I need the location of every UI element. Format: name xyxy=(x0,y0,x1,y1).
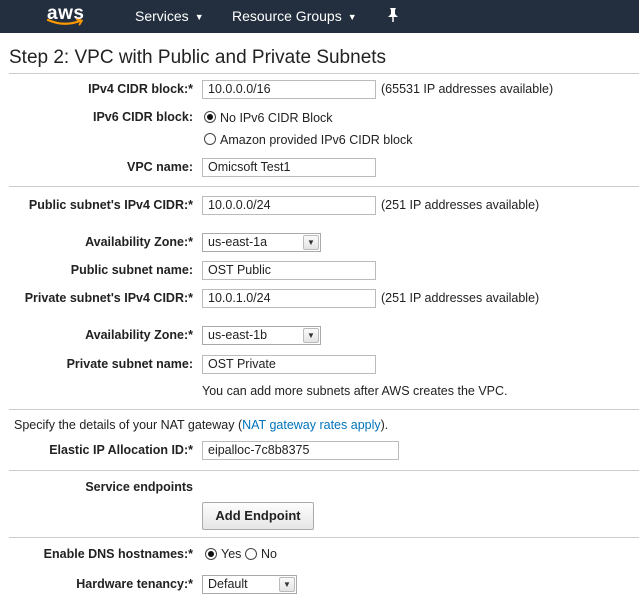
subnet-hint: You can add more subnets after AWS creat… xyxy=(202,384,508,398)
vpc-name-input[interactable]: Omicsoft Test1 xyxy=(202,158,376,177)
eip-label: Elastic IP Allocation ID:* xyxy=(49,443,193,457)
ipv6-none-label[interactable]: No IPv6 CIDR Block xyxy=(220,111,333,125)
resource-groups-menu[interactable]: Resource Groups ▼ xyxy=(232,8,357,24)
public-cidr-note: (251 IP addresses available) xyxy=(381,198,540,212)
tenancy-value: Default xyxy=(208,577,248,591)
tenancy-label: Hardware tenancy:* xyxy=(76,577,193,591)
ipv4-cidr-label: IPv4 CIDR block:* xyxy=(88,82,193,96)
az2-select[interactable]: us-east-1b ▼ xyxy=(202,326,321,345)
divider xyxy=(9,409,639,410)
service-endpoints-label: Service endpoints xyxy=(85,480,193,494)
vpc-name-label: VPC name: xyxy=(127,160,193,174)
nat-suffix: ). xyxy=(380,418,389,432)
top-nav-bar: aws Services ▼ Resource Groups ▼ xyxy=(0,0,639,33)
az1-select[interactable]: us-east-1a ▼ xyxy=(202,233,321,252)
az1-value: us-east-1a xyxy=(208,235,268,249)
divider xyxy=(9,537,639,538)
services-menu[interactable]: Services ▼ xyxy=(135,8,204,24)
nat-prefix: Specify the details of your NAT gateway … xyxy=(14,418,243,432)
nat-rates-link[interactable]: NAT gateway rates apply xyxy=(242,418,381,432)
aws-logo[interactable]: aws xyxy=(46,2,88,30)
nat-gateway-text: Specify the details of your NAT gateway … xyxy=(14,418,388,432)
dns-yes-radio[interactable] xyxy=(205,548,217,560)
private-name-input[interactable]: OST Private xyxy=(202,355,376,374)
resource-groups-label: Resource Groups xyxy=(232,8,342,24)
ipv6-cidr-label: IPv6 CIDR block: xyxy=(92,110,193,124)
tenancy-select[interactable]: Default ▼ xyxy=(202,575,297,594)
divider xyxy=(9,186,639,187)
chevron-down-icon: ▼ xyxy=(303,235,319,250)
dns-yes-label[interactable]: Yes xyxy=(221,547,241,561)
pin-icon[interactable] xyxy=(386,7,400,26)
add-endpoint-button[interactable]: Add Endpoint xyxy=(202,502,314,530)
az2-label: Availability Zone:* xyxy=(85,328,193,342)
dns-hostnames-label: Enable DNS hostnames:* xyxy=(43,547,193,561)
ipv4-cidr-input[interactable]: 10.0.0.0/16 xyxy=(202,80,376,99)
divider xyxy=(9,73,639,74)
chevron-down-icon: ▼ xyxy=(303,328,319,343)
az2-value: us-east-1b xyxy=(208,328,268,342)
ipv6-none-radio[interactable] xyxy=(204,111,216,123)
smile-icon xyxy=(46,18,83,26)
dns-no-label[interactable]: No xyxy=(261,547,277,561)
dns-no-radio[interactable] xyxy=(245,548,257,560)
services-menu-label: Services xyxy=(135,8,189,24)
az1-label: Availability Zone:* xyxy=(85,235,193,249)
public-name-label: Public subnet name: xyxy=(70,263,193,277)
private-cidr-input[interactable]: 10.0.1.0/24 xyxy=(202,289,376,308)
eip-input[interactable]: eipalloc-7c8b8375 xyxy=(202,441,399,460)
ipv6-amazon-radio[interactable] xyxy=(204,133,216,145)
chevron-down-icon: ▼ xyxy=(279,577,295,592)
public-name-input[interactable]: OST Public xyxy=(202,261,376,280)
chevron-down-icon: ▼ xyxy=(194,12,204,22)
private-cidr-note: (251 IP addresses available) xyxy=(381,291,540,305)
chevron-down-icon: ▼ xyxy=(347,12,357,22)
ipv6-amazon-label[interactable]: Amazon provided IPv6 CIDR block xyxy=(220,133,412,147)
private-name-label: Private subnet name: xyxy=(66,357,193,371)
private-cidr-label: Private subnet's IPv4 CIDR:* xyxy=(24,291,193,305)
page-title: Step 2: VPC with Public and Private Subn… xyxy=(9,47,387,68)
public-cidr-input[interactable]: 10.0.0.0/24 xyxy=(202,196,376,215)
ipv4-cidr-note: (65531 IP addresses available) xyxy=(381,82,554,96)
public-cidr-label: Public subnet's IPv4 CIDR:* xyxy=(28,198,193,212)
divider xyxy=(9,470,639,471)
